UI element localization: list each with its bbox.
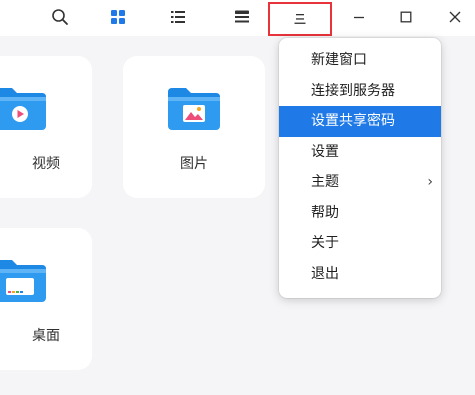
menu-item-label: 设置 xyxy=(311,143,339,160)
minimize-icon xyxy=(354,16,364,19)
menu-item-label: 退出 xyxy=(311,265,339,282)
menu-item-about[interactable]: 关于 xyxy=(279,228,441,259)
menu-item-theme[interactable]: 主题 › xyxy=(279,167,441,198)
menu-item-settings[interactable]: 设置 xyxy=(279,137,441,168)
maximize-icon xyxy=(400,11,412,23)
video-folder-icon xyxy=(0,88,46,130)
menu-item-label: 关于 xyxy=(311,235,339,251)
menu-item-label: 主题 xyxy=(311,174,339,190)
folder-label: 桌面 xyxy=(32,328,60,344)
title-bar xyxy=(0,0,475,36)
folder-item-pictures[interactable]: 图片 xyxy=(123,56,265,198)
folder-label: 视频 xyxy=(32,156,60,172)
folder-label: 图片 xyxy=(180,156,208,172)
menu-item-new-window[interactable]: 新建窗口 xyxy=(279,45,441,76)
main-menu-button[interactable] xyxy=(268,2,332,36)
desktop-folder-icon xyxy=(0,260,46,302)
details-view-icon xyxy=(235,10,249,23)
chevron-right-icon: › xyxy=(427,174,433,190)
menu-item-help[interactable]: 帮助 xyxy=(279,198,441,229)
menu-item-set-share-password[interactable]: 设置共享密码 xyxy=(279,106,441,137)
search-icon xyxy=(52,9,68,25)
close-icon xyxy=(449,11,461,23)
hamburger-menu-icon xyxy=(294,14,306,24)
grid-view-icon xyxy=(111,10,125,24)
menu-item-label: 连接到服务器 xyxy=(311,82,395,99)
pictures-folder-icon xyxy=(168,88,220,130)
maximize-button[interactable] xyxy=(391,0,421,34)
minimize-button[interactable] xyxy=(344,0,374,34)
menu-item-label: 帮助 xyxy=(311,204,339,221)
grid-view-button[interactable] xyxy=(104,0,132,34)
menu-item-connect-server[interactable]: 连接到服务器 xyxy=(279,76,441,107)
list-view-button[interactable] xyxy=(164,0,192,34)
menu-item-label: 设置共享密码 xyxy=(311,113,395,129)
menu-item-label: 新建窗口 xyxy=(311,52,367,68)
folder-item-video[interactable]: 视频 xyxy=(0,56,92,198)
details-view-button[interactable] xyxy=(228,0,256,34)
list-view-icon xyxy=(171,11,185,23)
folder-item-desktop[interactable]: 桌面 xyxy=(0,228,92,370)
search-button[interactable] xyxy=(46,0,74,34)
menu-item-exit[interactable]: 退出 xyxy=(279,259,441,290)
main-menu-dropdown: 新建窗口 连接到服务器 设置共享密码 设置 主题 › 帮助 关于 退出 xyxy=(279,38,441,298)
close-button[interactable] xyxy=(440,0,470,34)
